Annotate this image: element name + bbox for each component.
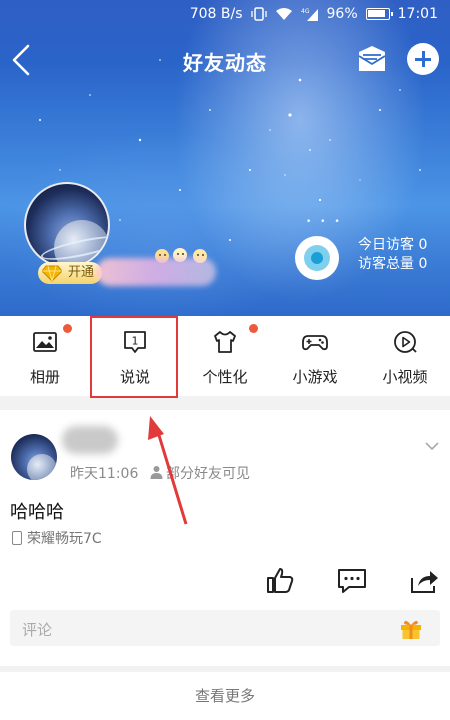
phone-icon: [12, 531, 22, 545]
blurred-username: [96, 258, 216, 286]
see-more-button[interactable]: 查看更多: [0, 672, 450, 720]
poster-avatar-planet: [27, 454, 57, 480]
visitor-stats[interactable]: 今日访客 0 访客总量 0: [358, 236, 427, 274]
vip-label: 开通: [68, 265, 95, 280]
post-time: 昨天11:06: [70, 466, 139, 482]
top-nav: 好友动态: [0, 38, 450, 82]
today-visitors-label: 今日访客: [358, 237, 414, 253]
tab-album-label: 相册: [29, 368, 60, 386]
tab-album[interactable]: 相册: [0, 316, 90, 396]
post-device: 荣耀畅玩7C: [12, 528, 102, 548]
tab-shuoshuo[interactable]: 1 说说: [90, 316, 180, 396]
total-visitors-count: 0: [418, 256, 428, 272]
play-icon: [394, 331, 417, 353]
photo-album-icon: [33, 332, 57, 352]
diamond-icon: [42, 265, 62, 282]
post-device-label: 荣耀畅玩7C: [27, 531, 102, 547]
album-badge-dot: [63, 324, 72, 333]
eye-icon: [311, 252, 323, 264]
messages-icon[interactable]: [357, 44, 387, 74]
post-text: 哈哈哈: [10, 502, 64, 523]
shuoshuo-icon-number: 1: [132, 335, 139, 348]
profile-avatar[interactable]: [24, 182, 110, 268]
blurred-poster-name: [62, 426, 118, 454]
personalize-badge-dot: [249, 324, 258, 333]
today-visitors-count: 0: [418, 237, 428, 253]
shuoshuo-icon: 1: [124, 331, 146, 353]
network-speed: 708 B/s: [189, 6, 243, 22]
profile-header-banner: 708 B/s 4G 96% 17:01 好友动态 开通 • • • 今日访客 …: [0, 0, 450, 316]
share-icon[interactable]: [408, 564, 440, 596]
status-bar: 708 B/s 4G 96% 17:01: [0, 0, 450, 28]
tab-minigames-label: 小游戏: [292, 368, 338, 386]
person-icon: [150, 466, 163, 479]
tab-shortvideo-label: 小视频: [382, 368, 428, 386]
like-icon[interactable]: [264, 564, 296, 596]
gamepad-icon: [302, 335, 328, 351]
battery-percent: 96%: [326, 6, 358, 22]
eye-sparkle: • • •: [306, 217, 343, 227]
clock: 17:01: [397, 6, 438, 22]
comment-input[interactable]: 评论: [10, 610, 440, 646]
feature-tabs: 相册 1 说说 个性化 小游戏 小视频: [0, 316, 450, 396]
tab-shuoshuo-label: 说说: [119, 368, 150, 386]
tab-personalize-label: 个性化: [202, 368, 248, 386]
comment-icon[interactable]: [336, 564, 368, 596]
comment-placeholder: 评论: [22, 621, 53, 639]
poster-avatar[interactable]: [11, 434, 57, 480]
vip-open-badge[interactable]: 开通: [38, 262, 103, 284]
battery-icon: [365, 8, 393, 20]
vibrate-icon: [250, 7, 267, 21]
tshirt-icon: [214, 331, 236, 353]
tab-minigames[interactable]: 小游戏: [270, 316, 360, 396]
chevron-down-icon[interactable]: [424, 440, 440, 452]
total-visitors-row: 访客总量 0: [358, 255, 427, 274]
feed-post-card: 昨天11:06 部分好友可见 哈哈哈 荣耀畅玩7C 评论: [0, 410, 450, 666]
signal-icon: 4G: [301, 8, 318, 21]
add-post-button[interactable]: [407, 43, 439, 75]
visitor-eye-button[interactable]: [295, 236, 339, 280]
post-visibility: 部分好友可见: [150, 463, 250, 483]
tab-personalize[interactable]: 个性化: [180, 316, 270, 396]
tab-shortvideo[interactable]: 小视频: [360, 316, 450, 396]
gift-icon[interactable]: [399, 616, 423, 640]
today-visitors-row: 今日访客 0: [358, 236, 427, 255]
svg-text:4G: 4G: [301, 8, 310, 15]
total-visitors-label: 访客总量: [358, 256, 414, 272]
post-visibility-label: 部分好友可见: [166, 466, 250, 482]
wifi-icon: [275, 8, 292, 20]
